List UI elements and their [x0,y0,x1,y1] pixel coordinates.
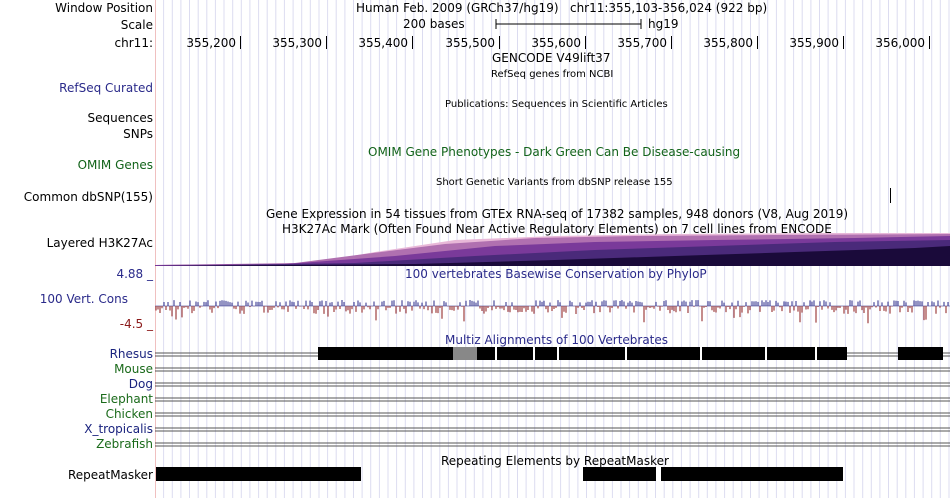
rhesus-gap [700,347,702,360]
rhesus-gap [557,347,559,360]
ruler-tick-mark [929,36,930,49]
window-location: chr11:355,103-356,024 (922 bp) [569,1,768,15]
h3k27ac-signal[interactable] [155,230,950,266]
refseq-curated-label[interactable]: RefSeq Curated [59,81,153,95]
repeat-element [661,467,843,481]
ruler-tick-label: 355,500 [445,36,495,50]
ruler-tick-label: 356,000 [875,36,925,50]
rhesus-gap [765,347,767,360]
repeat-element [583,467,656,481]
phylop-max-label: 4.88 _ [116,267,153,281]
ruler-tick-mark [326,36,327,49]
repeatmasker-elements[interactable] [155,466,950,484]
multiz-species-label[interactable]: Dog [129,377,153,391]
rhesus-aligned-block [453,347,477,360]
ruler-tick-label: 355,300 [272,36,322,50]
ruler-tick-mark [757,36,758,49]
ruler-tick-label: 355,200 [186,36,236,50]
scale-label: Scale [120,18,153,32]
phylop-signal[interactable] [155,290,950,326]
ruler-tick-label: 355,400 [358,36,408,50]
rhesus-gap [533,347,535,360]
rhesus-aligned-block [318,347,453,360]
ruler-tick-label: 355,800 [703,36,753,50]
gencode-track-title[interactable]: GENCODE V49lift37 [492,51,610,65]
phylop-track-title[interactable]: 100 vertebrates Basewise Conservation by… [405,267,707,281]
assembly-name: Human Feb. 2009 (GRCh37/hg19) [356,1,559,15]
common-dbsnp-label[interactable]: Common dbSNP(155) [24,190,153,204]
multiz-species-label[interactable]: Zebrafish [96,437,153,451]
multiz-species-label[interactable]: Chicken [106,407,153,421]
multiz-species-label[interactable]: X_tropicalis [84,422,153,436]
rhesus-gap [625,347,627,360]
omim-genes-label[interactable]: OMIM Genes [78,158,153,172]
ruler-tick-mark [671,36,672,49]
repeatmasker-label[interactable]: RepeatMasker [68,468,153,482]
window-position-text: Human Feb. 2009 (GRCh37/hg19) chr11:355,… [356,1,767,15]
rhesus-gap [815,347,817,360]
ruler-tick-mark [240,36,241,49]
multiz-species-label[interactable]: Mouse [114,362,153,376]
rhesus-aligned-block [898,347,943,360]
ruler-tick-label: 355,700 [617,36,667,50]
window-position-label: Window Position [55,1,153,15]
sequences-label[interactable]: Sequences [88,111,153,125]
snps-label[interactable]: SNPs [123,127,153,141]
gtex-track-title[interactable]: Gene Expression in 54 tissues from GTEx … [266,207,848,221]
multiz-species-label[interactable]: Rhesus [110,347,153,361]
layered-h3k27ac-label[interactable]: Layered H3K27Ac [47,236,153,250]
publications-track-title[interactable]: Publications: Sequences in Scientific Ar… [445,98,668,112]
ruler-tick-mark [843,36,844,49]
dbsnp-variant-mark[interactable] [890,188,891,203]
ruler-tick-mark [499,36,500,49]
phylop-min-label: -4.5 _ [119,317,153,331]
phylop-track-label[interactable]: 100 Vert. Cons [40,292,128,306]
rhesus-aligned-block [477,347,847,360]
ruler-tick-label: 355,900 [789,36,839,50]
refseq-track-title[interactable]: RefSeq genes from NCBI [491,68,613,82]
base-position-ruler[interactable]: 355,200 355,300 355,400 355,500 355,600 355,7… [155,22,950,52]
chrom-label: chr11: [114,36,153,50]
multiz-species-label[interactable]: Elephant [100,392,153,406]
ruler-tick-label: 355,600 [531,36,581,50]
genome-browser-image: Window Position Human Feb. 2009 (GRCh37/… [0,0,950,498]
rhesus-gap [495,347,497,360]
ruler-tick-mark [412,36,413,49]
repeat-element [156,467,361,481]
ruler-tick-mark [585,36,586,49]
multiz-alignments[interactable] [155,345,950,455]
omim-track-title[interactable]: OMIM Gene Phenotypes - Dark Green Can Be… [368,145,740,159]
dbsnp-track-title[interactable]: Short Genetic Variants from dbSNP releas… [436,176,673,190]
